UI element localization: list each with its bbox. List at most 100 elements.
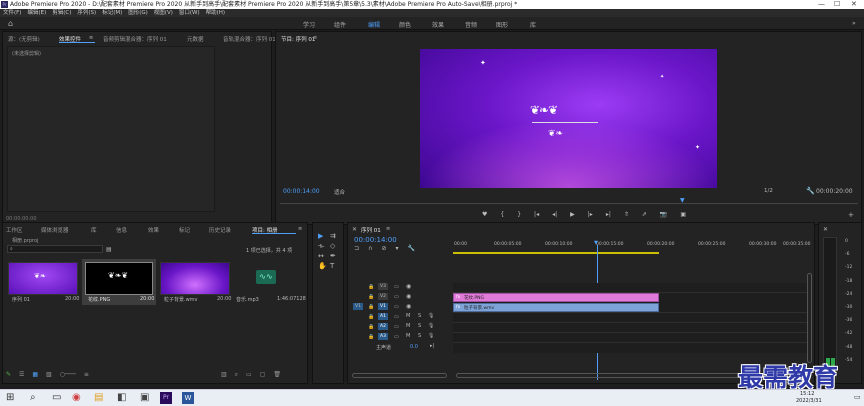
slip-tool-icon[interactable]: ↔ xyxy=(318,252,324,260)
menu-window[interactable]: 窗口(W) xyxy=(179,9,200,17)
maximize-icon[interactable]: ☐ xyxy=(834,0,840,9)
add-marker-icon[interactable]: ♥ xyxy=(482,211,487,218)
timeline-timecode[interactable]: 00:00:14:00 xyxy=(354,236,397,244)
word-icon[interactable]: W xyxy=(182,392,194,404)
step-forward-icon[interactable]: |▸ xyxy=(588,211,593,218)
track-lanes[interactable]: fx 花纹.PNG fx 粒子背景.wmv xyxy=(453,283,808,353)
snap-icon[interactable]: ∩ xyxy=(368,245,372,252)
lock-icon[interactable]: 🔒 xyxy=(368,294,374,300)
menu-help[interactable]: 帮助(H) xyxy=(206,9,225,17)
fit-dropdown[interactable]: 适合 xyxy=(334,188,345,196)
eye-icon[interactable]: ◉ xyxy=(406,283,411,290)
nest-icon[interactable]: ⊐ xyxy=(354,245,359,252)
resolution-dropdown[interactable]: 1/2 xyxy=(764,188,773,194)
tab-sequence[interactable]: 序列 01 xyxy=(361,226,381,234)
project-search-input[interactable]: ⌕ xyxy=(7,245,103,253)
timeline-menu-icon[interactable]: ≡ xyxy=(386,226,390,232)
panel-menu-icon[interactable]: ≡ xyxy=(89,35,93,41)
tab-audio-clip-mixer[interactable]: 音频剪辑混合器：序列 01 xyxy=(103,35,167,43)
tab-source[interactable]: 源：(无剪辑) xyxy=(8,35,40,43)
lock-icon[interactable]: 🔒 xyxy=(368,304,374,310)
wrench-icon[interactable]: 🔧 xyxy=(806,187,815,195)
tab-effects[interactable]: 效果 xyxy=(148,226,159,234)
zoom-slider[interactable]: ○─── xyxy=(60,371,76,378)
menu-sequence[interactable]: 序列(S) xyxy=(77,9,96,17)
type-tool-icon[interactable]: T xyxy=(330,262,334,270)
chrome-icon[interactable]: ◉ xyxy=(72,392,81,403)
solo-button[interactable]: S xyxy=(418,323,421,329)
lock-icon[interactable]: 🔒 xyxy=(368,284,374,290)
ripple-edit-tool-icon[interactable]: ⟛ xyxy=(318,242,324,251)
tab-info[interactable]: 信息 xyxy=(116,226,127,234)
notification-icon[interactable]: ▭ xyxy=(854,393,861,401)
workspace-graphics[interactable]: 图形 xyxy=(496,20,508,29)
menu-clip[interactable]: 剪辑(C) xyxy=(52,9,71,17)
go-to-out-icon[interactable]: ▸| xyxy=(606,211,611,218)
sync-lock-icon[interactable]: ▭ xyxy=(394,294,399,300)
lift-icon[interactable]: ⇑ xyxy=(624,211,629,218)
sync-lock-icon[interactable]: ▭ xyxy=(394,304,399,310)
menu-file[interactable]: 文件(F) xyxy=(3,9,21,17)
add-marker-icon[interactable]: ▾ xyxy=(395,245,398,252)
source-patch-v1[interactable]: V1 xyxy=(353,303,363,310)
project-item-wmv[interactable]: 粒子背景.wmv 20:00 xyxy=(160,260,231,303)
workspace-libraries[interactable]: 库 xyxy=(530,20,536,29)
new-bin-from-search-icon[interactable]: ▤ xyxy=(106,246,112,253)
home-icon[interactable]: ⌂ xyxy=(8,19,13,28)
work-area-bar[interactable] xyxy=(453,252,659,254)
timeline-clip-png[interactable]: fx 花纹.PNG xyxy=(453,293,659,302)
workspace-learn[interactable]: 学习 xyxy=(303,20,315,29)
tab-history[interactable]: 历史记录 xyxy=(209,226,231,234)
timeline-vertical-scrollbar[interactable] xyxy=(807,273,812,363)
minimize-icon[interactable]: — xyxy=(818,0,825,9)
extract-icon[interactable]: ⇗ xyxy=(642,211,647,218)
task-view-icon[interactable]: ▭ xyxy=(52,392,61,403)
new-bin-icon[interactable]: ▭ xyxy=(246,371,252,379)
tab-libraries[interactable]: 库 xyxy=(91,226,97,234)
sync-lock-icon[interactable]: ▭ xyxy=(394,324,399,330)
icon-view-icon[interactable]: ▦ xyxy=(32,371,38,378)
mic-icon[interactable]: 🎙 xyxy=(428,323,434,329)
playhead-handle-icon[interactable]: ▼ xyxy=(594,240,598,246)
menu-view[interactable]: 视图(V) xyxy=(154,9,173,17)
automate-to-sequence-icon[interactable]: ▥ xyxy=(221,371,227,379)
eye-icon[interactable]: ◉ xyxy=(406,293,411,300)
lock-icon[interactable]: 🔒 xyxy=(368,324,374,330)
timeline-clip-wmv[interactable]: fx 粒子背景.wmv xyxy=(453,303,659,312)
lock-icon[interactable]: 🔒 xyxy=(368,334,374,340)
pen-tool-icon[interactable]: ✒ xyxy=(330,252,336,260)
solo-button[interactable]: S xyxy=(418,333,421,339)
workspace-color[interactable]: 颜色 xyxy=(399,20,411,29)
timeline-close-icon[interactable]: ✕ xyxy=(352,226,357,233)
premiere-taskbar-icon[interactable]: Pr xyxy=(160,392,172,404)
search-icon[interactable]: ⌕ xyxy=(30,392,36,403)
step-back-icon[interactable]: ◂| xyxy=(552,211,557,218)
tab-workspace[interactable]: 工作区 xyxy=(6,226,23,234)
export-frame-icon[interactable]: 📷 xyxy=(660,211,667,218)
explorer-icon[interactable]: ▤ xyxy=(94,392,103,403)
windows-start-icon[interactable]: ⊞ xyxy=(6,392,14,403)
program-playhead-icon[interactable]: ▼ xyxy=(680,197,685,204)
find-icon[interactable]: ⌕ xyxy=(235,371,238,379)
tab-metadata[interactable]: 元数据 xyxy=(187,35,204,43)
mark-out-icon[interactable]: } xyxy=(517,211,521,218)
mark-in-icon[interactable]: { xyxy=(500,211,504,218)
track-label[interactable]: V1 xyxy=(378,303,388,310)
sync-lock-icon[interactable]: ▭ xyxy=(394,314,399,320)
project-item-mp3[interactable]: ∿∿ 音乐.mp3 1:46:07128 xyxy=(234,260,306,303)
play-icon[interactable]: ▶ xyxy=(570,211,575,218)
new-item-icon[interactable]: ▢ xyxy=(260,371,266,379)
menu-edit[interactable]: 编辑(E) xyxy=(27,9,46,17)
workspace-audio[interactable]: 音频 xyxy=(465,20,477,29)
write-protect-icon[interactable]: ✎ xyxy=(6,371,11,378)
program-menu-icon[interactable]: ≡ xyxy=(313,35,317,41)
eye-icon[interactable]: ◉ xyxy=(406,303,411,310)
master-volume[interactable]: 0.0 xyxy=(410,344,418,350)
track-label[interactable]: A2 xyxy=(378,323,388,330)
selection-tool-icon[interactable]: ▶ xyxy=(318,232,323,240)
timeline-settings-icon[interactable]: 🔧 xyxy=(407,245,414,252)
project-menu-icon[interactable]: ≡ xyxy=(298,226,302,232)
track-label[interactable]: A1 xyxy=(378,313,388,320)
razor-tool-icon[interactable]: ◇ xyxy=(330,242,335,250)
menu-graphics[interactable]: 图形(G) xyxy=(128,9,148,17)
